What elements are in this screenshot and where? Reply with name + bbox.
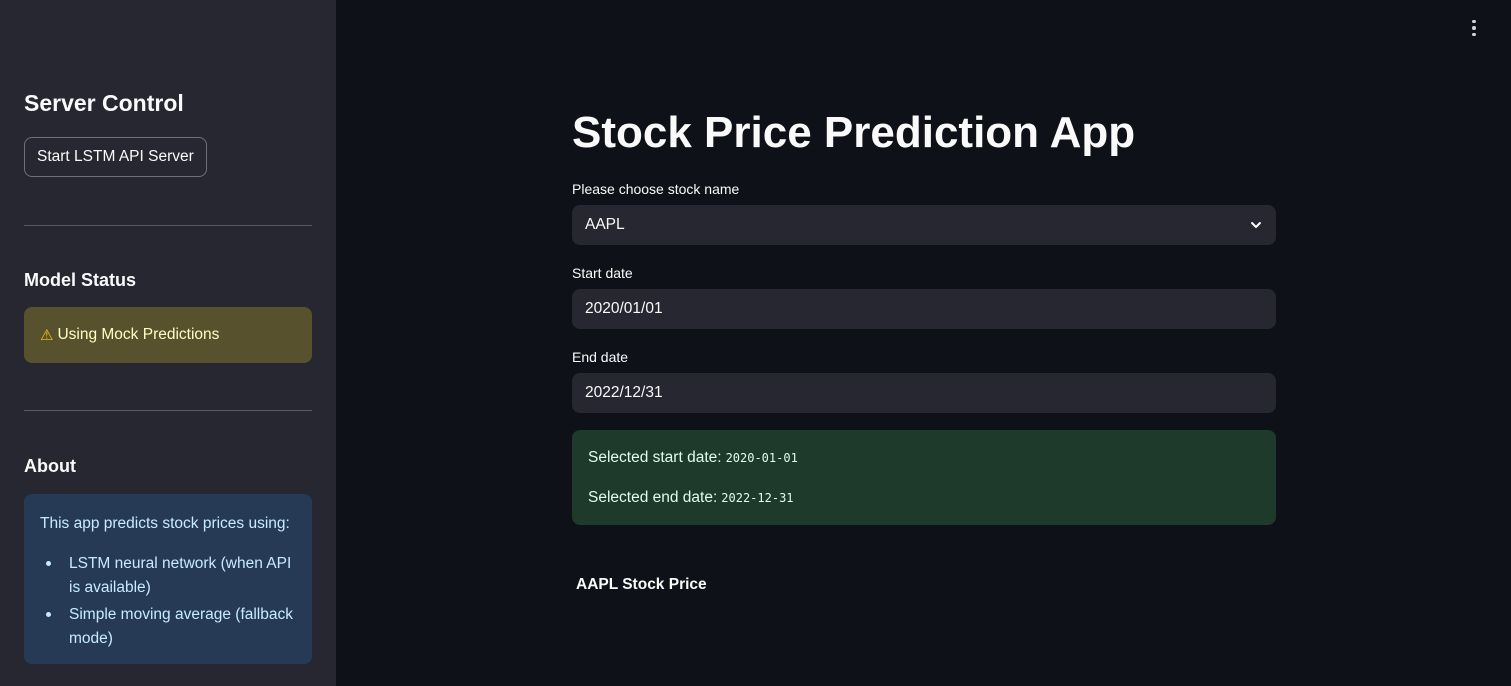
chevron-down-icon[interactable] [1249, 218, 1263, 232]
about-info-box: This app predicts stock prices using: LS… [24, 494, 312, 664]
stock-select-value: AAPL [585, 216, 625, 233]
start-date-value: 2020/01/01 [585, 300, 663, 317]
sidebar-divider [24, 225, 312, 226]
start-date-label: Start date [572, 265, 633, 281]
selected-start-label: Selected start date: [588, 449, 722, 466]
model-status-message: Using Mock Predictions [57, 326, 220, 343]
selected-start-value: 2020-01-01 [725, 451, 798, 465]
page-title: Stock Price Prediction App [572, 108, 1136, 157]
start-date-input[interactable]: 2020/01/01 [572, 289, 1276, 329]
end-date-value: 2022/12/31 [585, 384, 663, 401]
about-heading: About [24, 456, 76, 476]
sidebar: Server Control Start LSTM API Server Mod… [0, 0, 336, 686]
chart-title: AAPL Stock Price [576, 576, 707, 593]
about-list: LSTM neural network (when API is availab… [40, 552, 296, 651]
start-lstm-api-server-button[interactable]: Start LSTM API Server [24, 137, 207, 177]
model-status-warning: ⚠ Using Mock Predictions [24, 307, 312, 363]
sidebar-divider [24, 410, 312, 411]
about-list-item: LSTM neural network (when API is availab… [40, 552, 296, 600]
end-date-label: End date [572, 349, 629, 365]
end-date-input[interactable]: 2022/12/31 [572, 373, 1276, 413]
stock-select-label: Please choose stock name [572, 181, 740, 197]
selected-end-label: Selected end date: [588, 489, 718, 506]
selected-start-line: Selected start date: 2020-01-01 [588, 446, 1260, 470]
warning-icon: ⚠ [40, 326, 54, 344]
model-status-heading: Model Status [24, 270, 137, 290]
stock-select[interactable]: AAPL [572, 205, 1276, 245]
kebab-menu-icon[interactable] [1466, 18, 1482, 38]
about-intro: This app predicts stock prices using: [40, 515, 290, 532]
server-control-heading: Server Control [24, 90, 184, 116]
selected-end-value: 2022-12-31 [721, 491, 794, 505]
selected-dates-success-box: Selected start date: 2020-01-01 Selected… [572, 430, 1276, 525]
about-list-item: Simple moving average (fallback mode) [40, 603, 296, 651]
selected-end-line: Selected end date: 2022-12-31 [588, 486, 1260, 510]
